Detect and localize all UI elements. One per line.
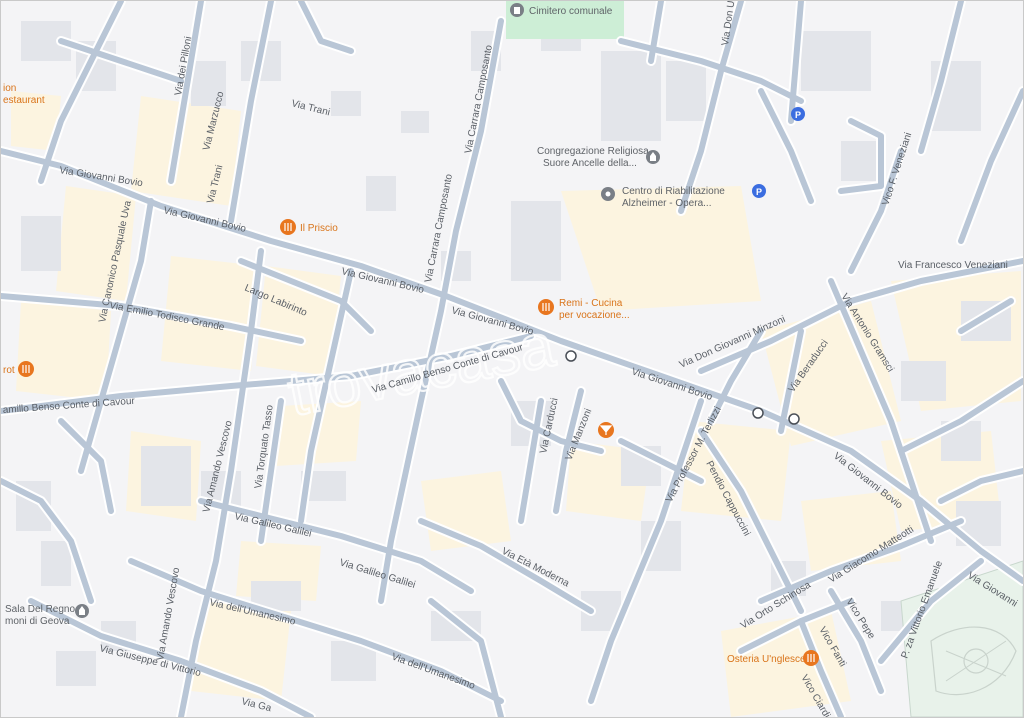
bus-stop-icon bbox=[565, 350, 577, 362]
place-icon-dot bbox=[605, 191, 611, 197]
bus-stop-icon bbox=[752, 407, 764, 419]
street-label-via-francesco-veneziani: Via Francesco Veneziani bbox=[898, 260, 1008, 271]
poi-label-remi-1: Remi - Cucina bbox=[559, 298, 623, 309]
street-label-via-amando-vescovo-2: Via Amando Vescovo bbox=[155, 566, 182, 661]
parking-marker-2[interactable]: P bbox=[752, 184, 766, 198]
poi-label-rot: rot bbox=[3, 365, 15, 376]
parking-marker-1[interactable]: P bbox=[791, 107, 805, 121]
street-label-via-galileo-2: Via Galileo Galilei bbox=[338, 557, 417, 591]
poi-label-sala-1: Sala Del Regno bbox=[5, 604, 75, 615]
poi-congregazione[interactable]: Congregazione Religiosa Suore Ancelle de… bbox=[537, 146, 660, 169]
bus-stop-3[interactable] bbox=[788, 413, 800, 425]
poi-label-congregazione-2: Suore Ancelle della... bbox=[543, 158, 637, 169]
road-37 bbox=[758, 88, 814, 204]
poi-label-centro-1: Centro di Riabilitazione bbox=[622, 186, 725, 197]
poi-label-il-priscio: Il Priscio bbox=[300, 223, 338, 234]
poi-remi[interactable]: Remi - Cucina per vocazione... bbox=[538, 298, 630, 321]
bus-stop-icon bbox=[788, 413, 800, 425]
bus-stop-1[interactable] bbox=[565, 350, 577, 362]
poi-restaurant-edge[interactable]: ion estaurant bbox=[3, 83, 45, 106]
poi-label-remi-2: per vocazione... bbox=[559, 310, 630, 321]
poi-il-priscio[interactable]: Il Priscio bbox=[280, 219, 338, 235]
poi-label-restaurant-1: ion bbox=[3, 83, 16, 94]
poi-label-cimitero: Cimitero comunale bbox=[529, 6, 613, 17]
poi-bar[interactable] bbox=[598, 422, 614, 438]
poi-label-centro-2: Alzheimer - Opera... bbox=[622, 198, 711, 209]
bus-stop-2[interactable] bbox=[752, 407, 764, 419]
piazza-park bbox=[900, 560, 1023, 717]
poi-label-restaurant-2: estaurant bbox=[3, 95, 45, 106]
poi-label-congregazione-1: Congregazione Religiosa bbox=[537, 146, 649, 157]
poi-label-sala-2: moni di Geova bbox=[5, 616, 70, 627]
street-label-via-umanesimo-2: Via dell'Umanesimo bbox=[390, 651, 477, 692]
street-label-via-trani-top: Via Trani bbox=[290, 98, 331, 118]
parking-label: P bbox=[756, 187, 762, 197]
cemetery-glyph bbox=[514, 7, 520, 14]
map-canvas[interactable]: trovacasa Via dei Pilloni Via Trani Via … bbox=[1, 1, 1023, 717]
parking-label: P bbox=[795, 110, 801, 120]
map-frame[interactable]: trovacasa Via dei Pilloni Via Trani Via … bbox=[0, 0, 1024, 718]
poi-label-osteria: Osteria U'nglesce bbox=[727, 654, 806, 665]
